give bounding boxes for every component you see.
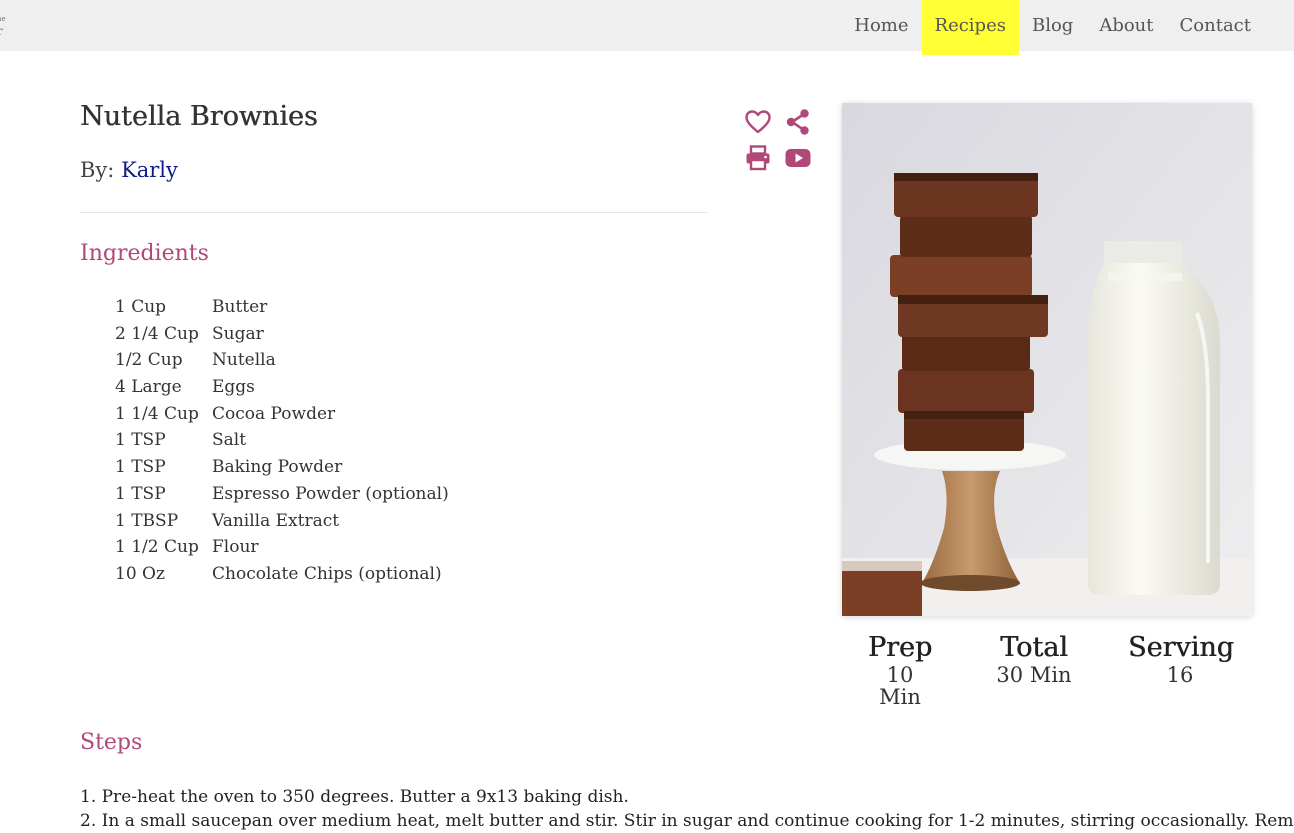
logo-text-line1: he bbox=[0, 15, 6, 23]
ingredients-heading: Ingredients bbox=[80, 241, 209, 266]
steps-heading: Steps bbox=[80, 730, 143, 755]
ingredient-row: 1 Cup Butter bbox=[115, 297, 449, 324]
recipe-actions bbox=[744, 108, 814, 172]
ingredient-row: 1 TSP Baking Powder bbox=[115, 457, 449, 484]
recipe-stats: Prep 10 Min Total 30 Min Serving 16 bbox=[842, 632, 1252, 708]
ingredient-quantity: 1 TSP bbox=[115, 457, 166, 478]
author-link[interactable]: Karly bbox=[121, 158, 178, 182]
heart-icon[interactable] bbox=[744, 108, 772, 136]
ingredient-quantity: 1/2 Cup bbox=[115, 350, 183, 371]
stat-value: 10 Min bbox=[879, 663, 921, 709]
top-navigation-bar: he r Home Recipes Blog About Contact bbox=[0, 0, 1294, 55]
byline-prefix: By: bbox=[80, 158, 115, 182]
ingredient-name: Salt bbox=[212, 430, 247, 451]
ingredient-quantity: 1 TSP bbox=[115, 430, 166, 451]
nav-home[interactable]: Home bbox=[841, 0, 921, 55]
ingredient-name: Espresso Powder (optional) bbox=[212, 483, 449, 504]
main-nav: Home Recipes Blog About Contact bbox=[841, 0, 1264, 55]
stat-value: 30 Min bbox=[996, 663, 1072, 687]
ingredient-quantity: 1 TBSP bbox=[115, 510, 179, 531]
ingredients-list: 1 Cup Butter 2 1/4 Cup Sugar 1/2 Cup Nutell… bbox=[115, 297, 449, 591]
step-item: 2. In a small saucepan over medium heat,… bbox=[80, 811, 1294, 831]
ingredient-row: 1/2 Cup Nutella bbox=[115, 350, 449, 377]
ingredient-quantity: 1 1/2 Cup bbox=[115, 537, 199, 558]
ingredient-name: Chocolate Chips (optional) bbox=[212, 563, 442, 584]
nav-contact[interactable]: Contact bbox=[1167, 0, 1264, 55]
ingredient-quantity: 1 1/4 Cup bbox=[115, 403, 199, 424]
ingredient-name: Flour bbox=[212, 537, 259, 558]
ingredient-row: 1 1/2 Cup Flour bbox=[115, 537, 449, 564]
ingredient-name: Baking Powder bbox=[212, 457, 343, 478]
ingredient-quantity: 10 Oz bbox=[115, 563, 165, 584]
ingredient-row: 1 TSP Salt bbox=[115, 430, 449, 457]
ingredient-name: Cocoa Powder bbox=[212, 403, 336, 424]
stat-label: Serving bbox=[1128, 632, 1234, 663]
logo-text-line2: r bbox=[0, 25, 11, 37]
print-icon[interactable] bbox=[744, 144, 772, 172]
ingredient-row: 1 TSP Espresso Powder (optional) bbox=[115, 484, 449, 511]
steps-list: 1. Pre-heat the oven to 350 degrees. But… bbox=[80, 785, 1294, 833]
ingredient-quantity: 1 TSP bbox=[115, 483, 166, 504]
ingredient-row: 4 Large Eggs bbox=[115, 377, 449, 404]
youtube-icon[interactable] bbox=[784, 144, 812, 172]
ingredient-quantity: 4 Large bbox=[115, 377, 182, 398]
ingredient-quantity: 1 Cup bbox=[115, 297, 167, 317]
ingredient-row: 1 TBSP Vanilla Extract bbox=[115, 511, 449, 538]
stat-label: Total bbox=[1000, 632, 1068, 663]
ingredient-name: Butter bbox=[212, 297, 268, 317]
stat-label: Prep bbox=[867, 632, 933, 663]
ingredient-name: Eggs bbox=[212, 377, 255, 398]
ingredient-row: 2 1/4 Cup Sugar bbox=[115, 324, 449, 351]
nav-about[interactable]: About bbox=[1086, 0, 1166, 55]
step-item: 1. Pre-heat the oven to 350 degrees. But… bbox=[80, 787, 629, 807]
recipe-title: Nutella Brownies bbox=[80, 101, 318, 132]
site-logo[interactable]: he r bbox=[0, 14, 11, 40]
ingredient-name: Sugar bbox=[212, 323, 264, 344]
ingredient-name: Nutella bbox=[212, 350, 276, 371]
stat-serving: Serving 16 bbox=[1128, 632, 1234, 687]
recipe-byline: By: Karly bbox=[80, 158, 178, 182]
ingredient-row: 1 1/4 Cup Cocoa Powder bbox=[115, 404, 449, 431]
ingredient-quantity: 2 1/4 Cup bbox=[115, 323, 199, 344]
title-divider bbox=[80, 212, 707, 213]
ingredient-row: 10 Oz Chocolate Chips (optional) bbox=[115, 564, 449, 591]
ingredient-name: Vanilla Extract bbox=[212, 510, 340, 531]
share-icon[interactable] bbox=[784, 108, 812, 136]
nav-blog[interactable]: Blog bbox=[1019, 0, 1086, 55]
nav-recipes[interactable]: Recipes bbox=[921, 0, 1019, 55]
stat-prep: Prep 10 Min bbox=[864, 632, 936, 708]
recipe-photo bbox=[842, 103, 1252, 616]
stat-total: Total 30 Min bbox=[994, 632, 1074, 686]
stat-value: 16 bbox=[1166, 663, 1194, 687]
